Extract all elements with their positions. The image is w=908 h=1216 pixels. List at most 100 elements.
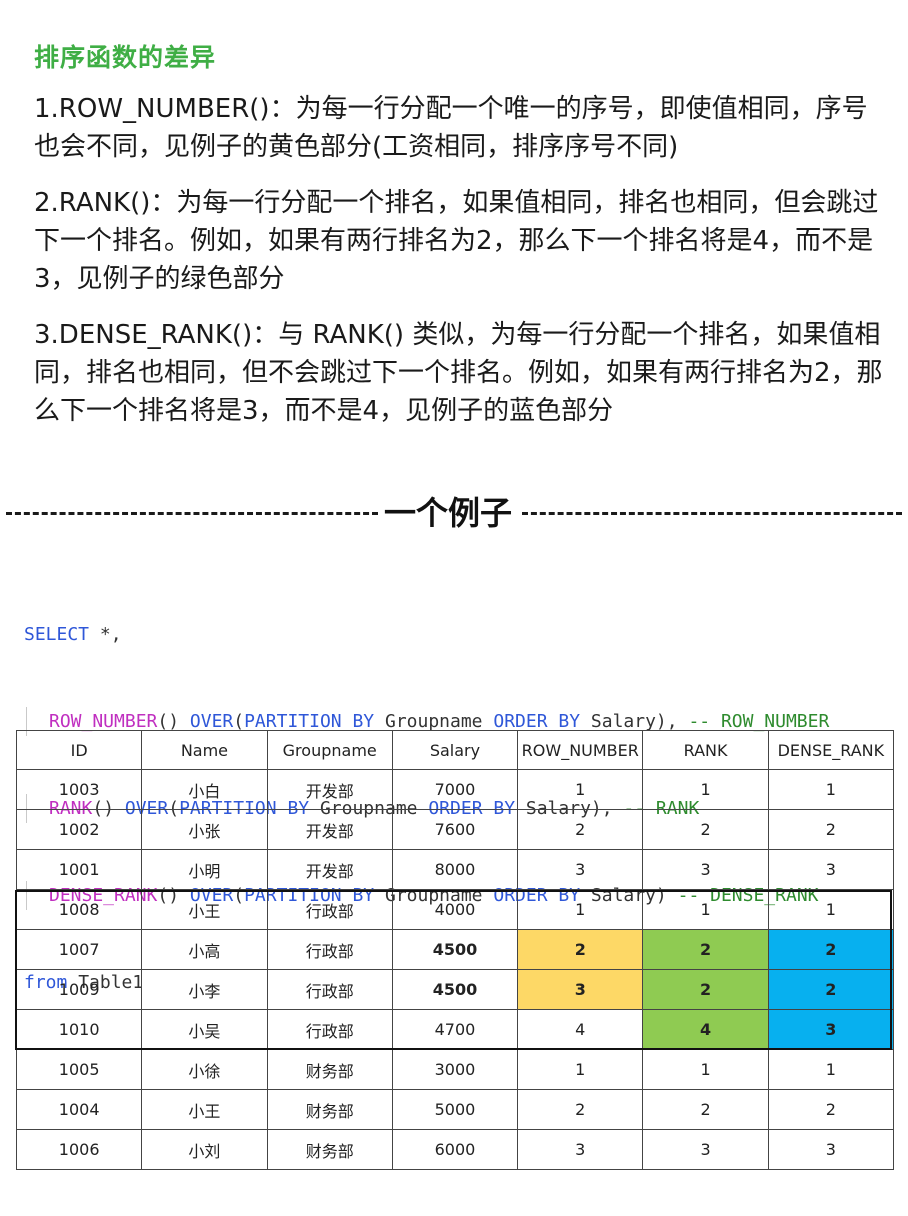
cell-id: 1010 xyxy=(15,1009,143,1050)
paragraph-row-number: 1.ROW_NUMBER()：为每一行分配一个唯一的序号，即使值相同，序号也会不… xyxy=(34,94,868,162)
code-text: *, xyxy=(89,624,122,645)
cell-row-number: 1 xyxy=(517,889,644,930)
cell-groupname: 行政部 xyxy=(266,969,393,1010)
code-comment: -- ROW_NUMBER xyxy=(688,711,830,732)
cell-row-number: 1 xyxy=(517,769,644,810)
cell-dense-rank: 3 xyxy=(767,1009,895,1050)
cell-dense-rank: 3 xyxy=(767,1129,895,1170)
code-text: ( xyxy=(233,711,245,732)
cell-salary: 7600 xyxy=(391,809,519,850)
code-text: Salary), xyxy=(580,711,689,732)
cell-dense-rank: 2 xyxy=(767,809,895,850)
cell-groupname: 财务部 xyxy=(266,1089,393,1130)
cell-rank: 2 xyxy=(642,929,769,970)
cell-dense-rank: 2 xyxy=(767,1089,895,1130)
table-row: 1003 小白 开发部 7000 1 1 1 xyxy=(15,769,895,810)
cell-dense-rank: 1 xyxy=(767,1049,895,1090)
column-header-row-number: ROW_NUMBER xyxy=(517,730,644,770)
cell-salary: 3000 xyxy=(391,1049,519,1090)
cell-id: 1009 xyxy=(15,969,143,1010)
column-header-dense-rank: DENSE_RANK xyxy=(767,730,895,770)
cell-dense-rank: 3 xyxy=(767,849,895,890)
cell-row-number: 1 xyxy=(517,1049,644,1090)
cell-id: 1001 xyxy=(15,849,143,890)
column-header-rank: RANK xyxy=(642,730,769,770)
cell-name: 小徐 xyxy=(141,1049,268,1090)
cell-rank: 2 xyxy=(642,1089,769,1130)
cell-salary: 5000 xyxy=(391,1089,519,1130)
divider-dashes-right xyxy=(522,512,902,515)
cell-row-number: 3 xyxy=(517,969,644,1010)
section-divider: 一个例子 xyxy=(0,488,908,532)
code-text: Groupname xyxy=(374,711,494,732)
table-row: 1001 小明 开发部 8000 3 3 3 xyxy=(15,849,895,890)
table-header-row: ID Name Groupname Salary ROW_NUMBER RANK… xyxy=(15,730,895,770)
cell-name: 小高 xyxy=(141,929,268,970)
cell-dense-rank: 1 xyxy=(767,889,895,930)
code-keyword: ORDER BY xyxy=(493,711,581,732)
cell-groupname: 行政部 xyxy=(266,1009,393,1050)
cell-id: 1007 xyxy=(15,929,143,970)
column-header-groupname: Groupname xyxy=(266,730,393,770)
code-line: SELECT *, xyxy=(24,620,894,649)
cell-groupname: 行政部 xyxy=(266,929,393,970)
cell-name: 小明 xyxy=(141,849,268,890)
cell-rank: 1 xyxy=(642,1049,769,1090)
cell-salary: 8000 xyxy=(391,849,519,890)
cell-groupname: 财务部 xyxy=(266,1129,393,1170)
table-row: 1007 小高 行政部 4500 2 2 2 xyxy=(15,929,895,970)
table-row: 1002 小张 开发部 7600 2 2 2 xyxy=(15,809,895,850)
code-keyword: PARTITION BY xyxy=(244,711,375,732)
cell-row-number: 2 xyxy=(517,929,644,970)
cell-rank: 1 xyxy=(642,889,769,930)
cell-rank: 4 xyxy=(642,1009,769,1050)
cell-id: 1005 xyxy=(15,1049,143,1090)
divider-dashes-left xyxy=(6,512,378,515)
table-row: 1008 小王 行政部 4000 1 1 1 xyxy=(15,889,895,930)
cell-name: 小王 xyxy=(141,889,268,930)
cell-name: 小张 xyxy=(141,809,268,850)
cell-name: 小吴 xyxy=(141,1009,268,1050)
divider-label: 一个例子 xyxy=(384,494,513,532)
cell-id: 1003 xyxy=(15,769,143,810)
code-text: () xyxy=(157,711,190,732)
code-keyword: OVER xyxy=(189,711,234,732)
cell-row-number: 2 xyxy=(517,1089,644,1130)
cell-row-number: 4 xyxy=(517,1009,644,1050)
cell-dense-rank: 1 xyxy=(767,769,895,810)
cell-salary: 4500 xyxy=(391,969,519,1010)
column-header-id: ID xyxy=(15,730,143,770)
code-function: ROW_NUMBER xyxy=(49,711,158,732)
cell-row-number: 2 xyxy=(517,809,644,850)
code-keyword: SELECT xyxy=(24,624,90,645)
example-table: ID Name Groupname Salary ROW_NUMBER RANK… xyxy=(15,730,895,1170)
cell-groupname: 行政部 xyxy=(266,889,393,930)
cell-salary: 4500 xyxy=(391,929,519,970)
table-row: 1006 小刘 财务部 6000 3 3 3 xyxy=(15,1129,895,1170)
cell-id: 1006 xyxy=(15,1129,143,1170)
table-row: 1005 小徐 财务部 3000 1 1 1 xyxy=(15,1049,895,1090)
cell-groupname: 开发部 xyxy=(266,769,393,810)
column-header-salary: Salary xyxy=(391,730,519,770)
cell-name: 小白 xyxy=(141,769,268,810)
cell-groupname: 开发部 xyxy=(266,809,393,850)
cell-row-number: 3 xyxy=(517,1129,644,1170)
cell-id: 1002 xyxy=(15,809,143,850)
cell-name: 小李 xyxy=(141,969,268,1010)
cell-id: 1004 xyxy=(15,1089,143,1130)
column-header-name: Name xyxy=(141,730,268,770)
cell-name: 小王 xyxy=(141,1089,268,1130)
page-title: 排序函数的差异 xyxy=(34,43,217,72)
cell-id: 1008 xyxy=(15,889,143,930)
paragraph-dense-rank: 3.DENSE_RANK()：与 RANK() 类似，为每一行分配一个排名，如果… xyxy=(34,320,883,426)
cell-dense-rank: 2 xyxy=(767,969,895,1010)
cell-groupname: 开发部 xyxy=(266,849,393,890)
cell-rank: 2 xyxy=(642,809,769,850)
table-row: 1004 小王 财务部 5000 2 2 2 xyxy=(15,1089,895,1130)
cell-dense-rank: 2 xyxy=(767,929,895,970)
cell-rank: 3 xyxy=(642,1129,769,1170)
cell-rank: 1 xyxy=(642,769,769,810)
cell-groupname: 财务部 xyxy=(266,1049,393,1090)
cell-row-number: 3 xyxy=(517,849,644,890)
table-row: 1009 小李 行政部 4500 3 2 2 xyxy=(15,969,895,1010)
